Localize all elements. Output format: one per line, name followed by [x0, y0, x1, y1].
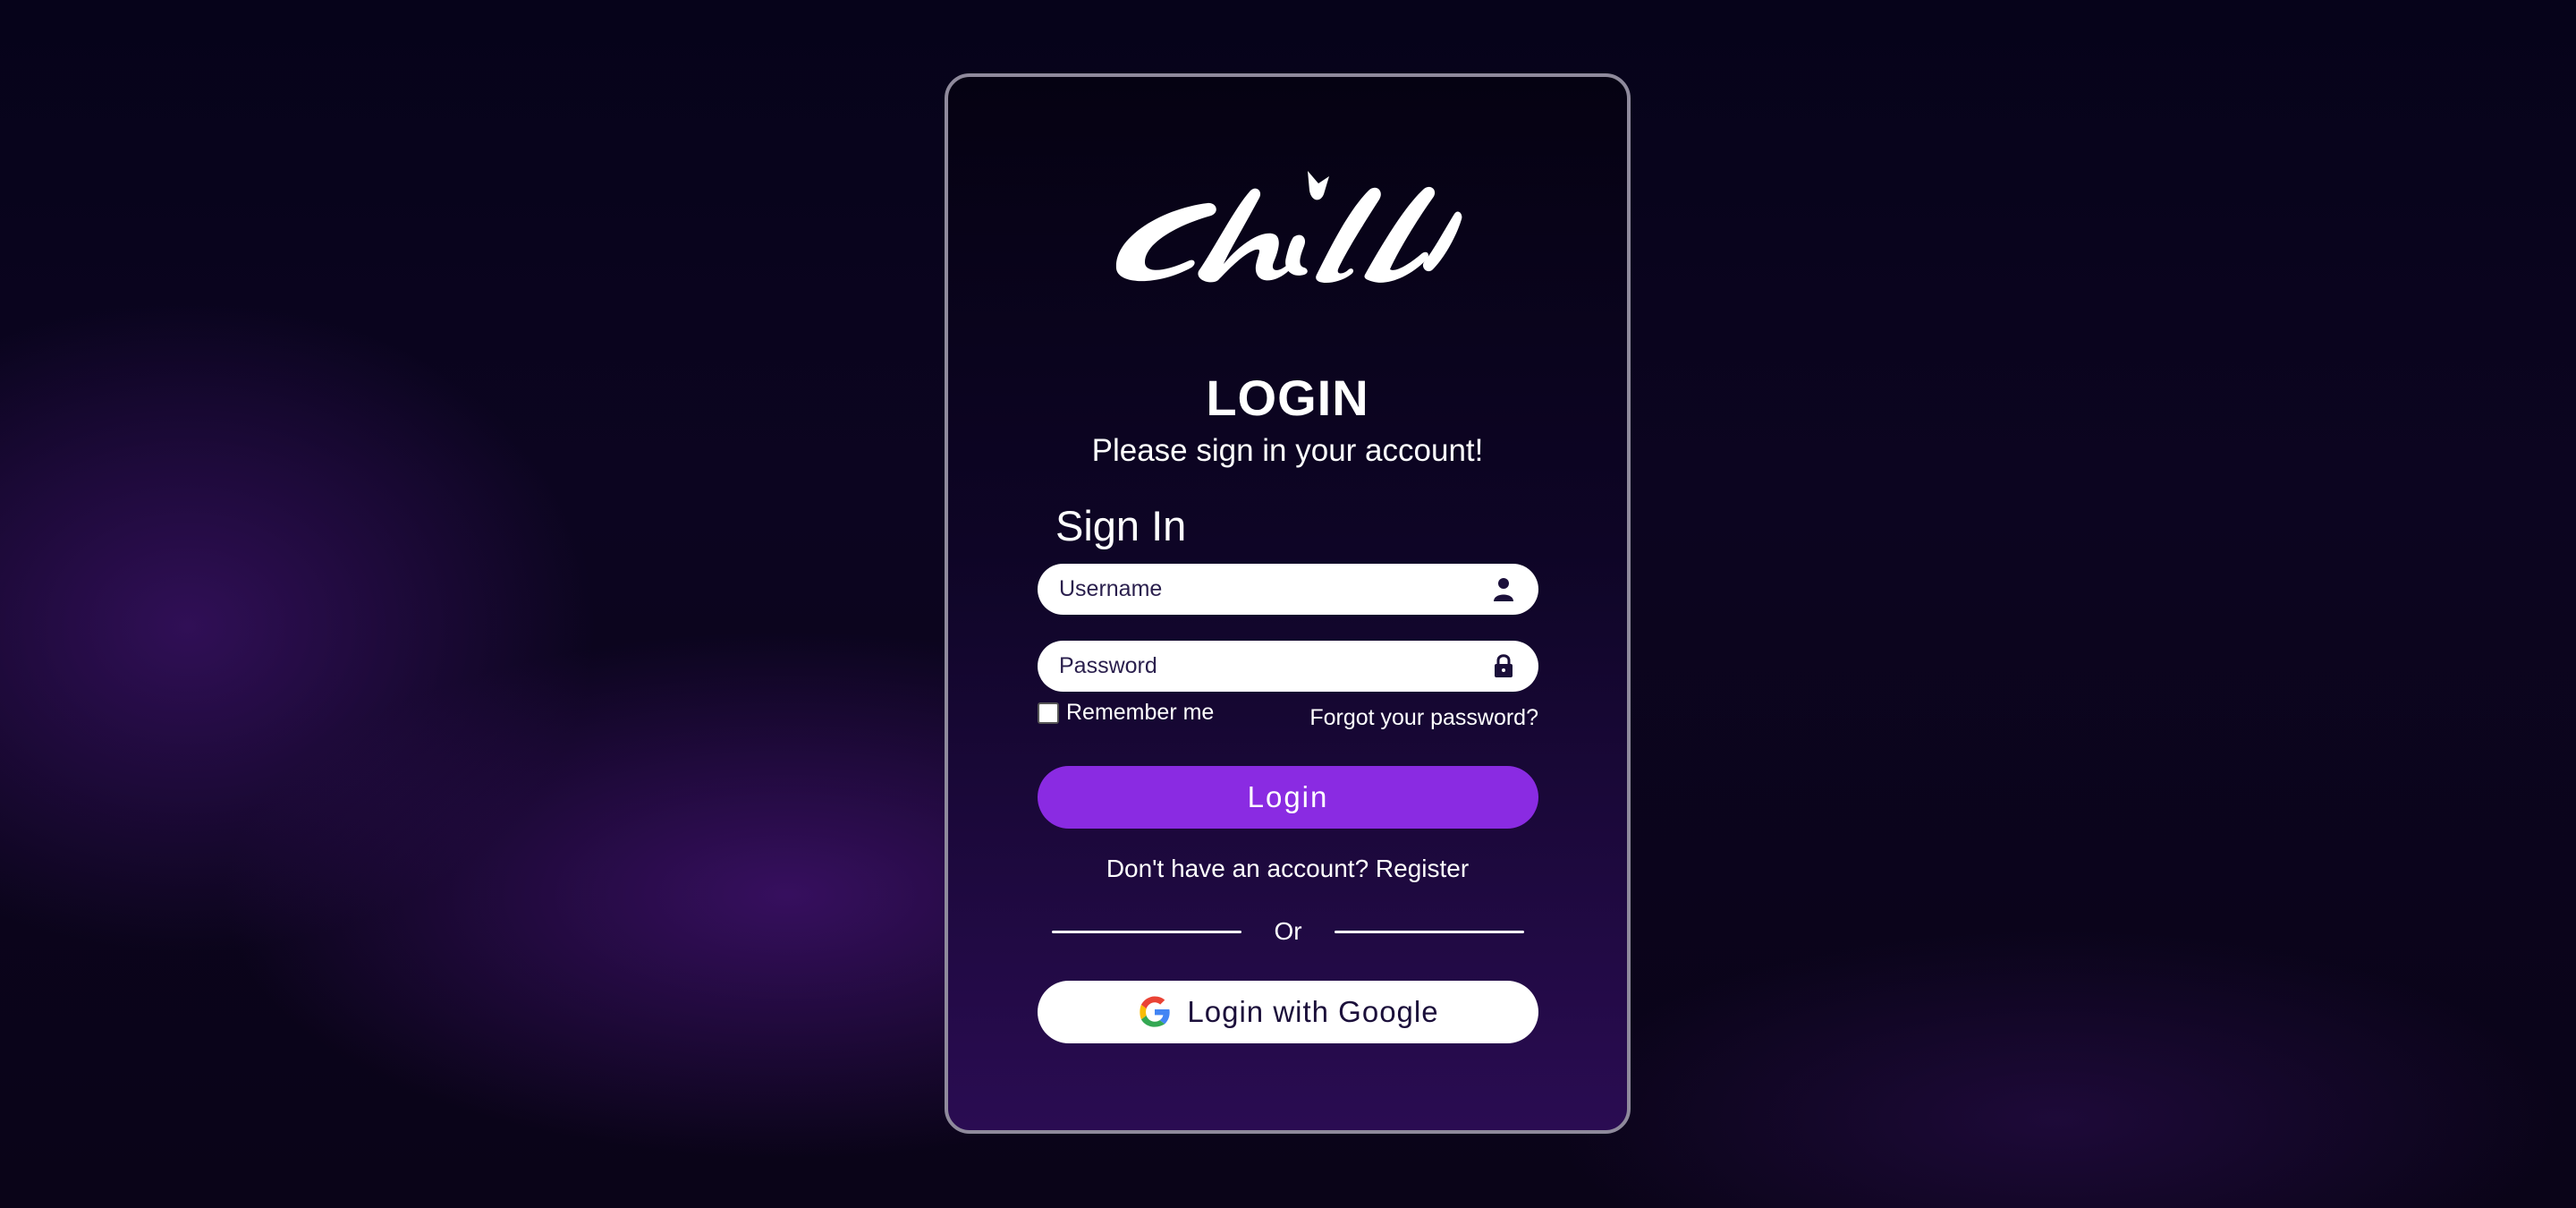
divider-line-left — [1052, 931, 1241, 933]
google-icon — [1140, 996, 1171, 1027]
username-field[interactable] — [1038, 564, 1538, 615]
remember-me[interactable]: Remember me — [1038, 700, 1214, 726]
password-input[interactable] — [1059, 641, 1479, 692]
divider-or-label: Or — [1274, 917, 1302, 945]
chill-logo — [1115, 171, 1462, 283]
login-button[interactable]: Login — [1038, 766, 1538, 829]
divider-line-right — [1335, 931, 1524, 933]
remember-me-label: Remember me — [1066, 700, 1215, 725]
password-field[interactable] — [1038, 641, 1538, 692]
google-login-label: Login with Google — [1187, 995, 1439, 1028]
register-link[interactable]: Don't have an account? Register — [945, 855, 1631, 883]
user-icon — [1494, 578, 1513, 601]
login-title: LOGIN — [1206, 370, 1369, 426]
lock-icon — [1495, 654, 1513, 677]
google-login-button[interactable]: Login with Google — [1038, 981, 1538, 1043]
forgot-password-link[interactable]: Forgot your password? — [1309, 705, 1538, 731]
sign-in-heading: Sign In — [1055, 502, 1187, 549]
remember-me-checkbox[interactable] — [1038, 702, 1059, 724]
login-subtitle: Please sign in your account! — [1091, 433, 1484, 468]
username-input[interactable] — [1059, 564, 1479, 615]
